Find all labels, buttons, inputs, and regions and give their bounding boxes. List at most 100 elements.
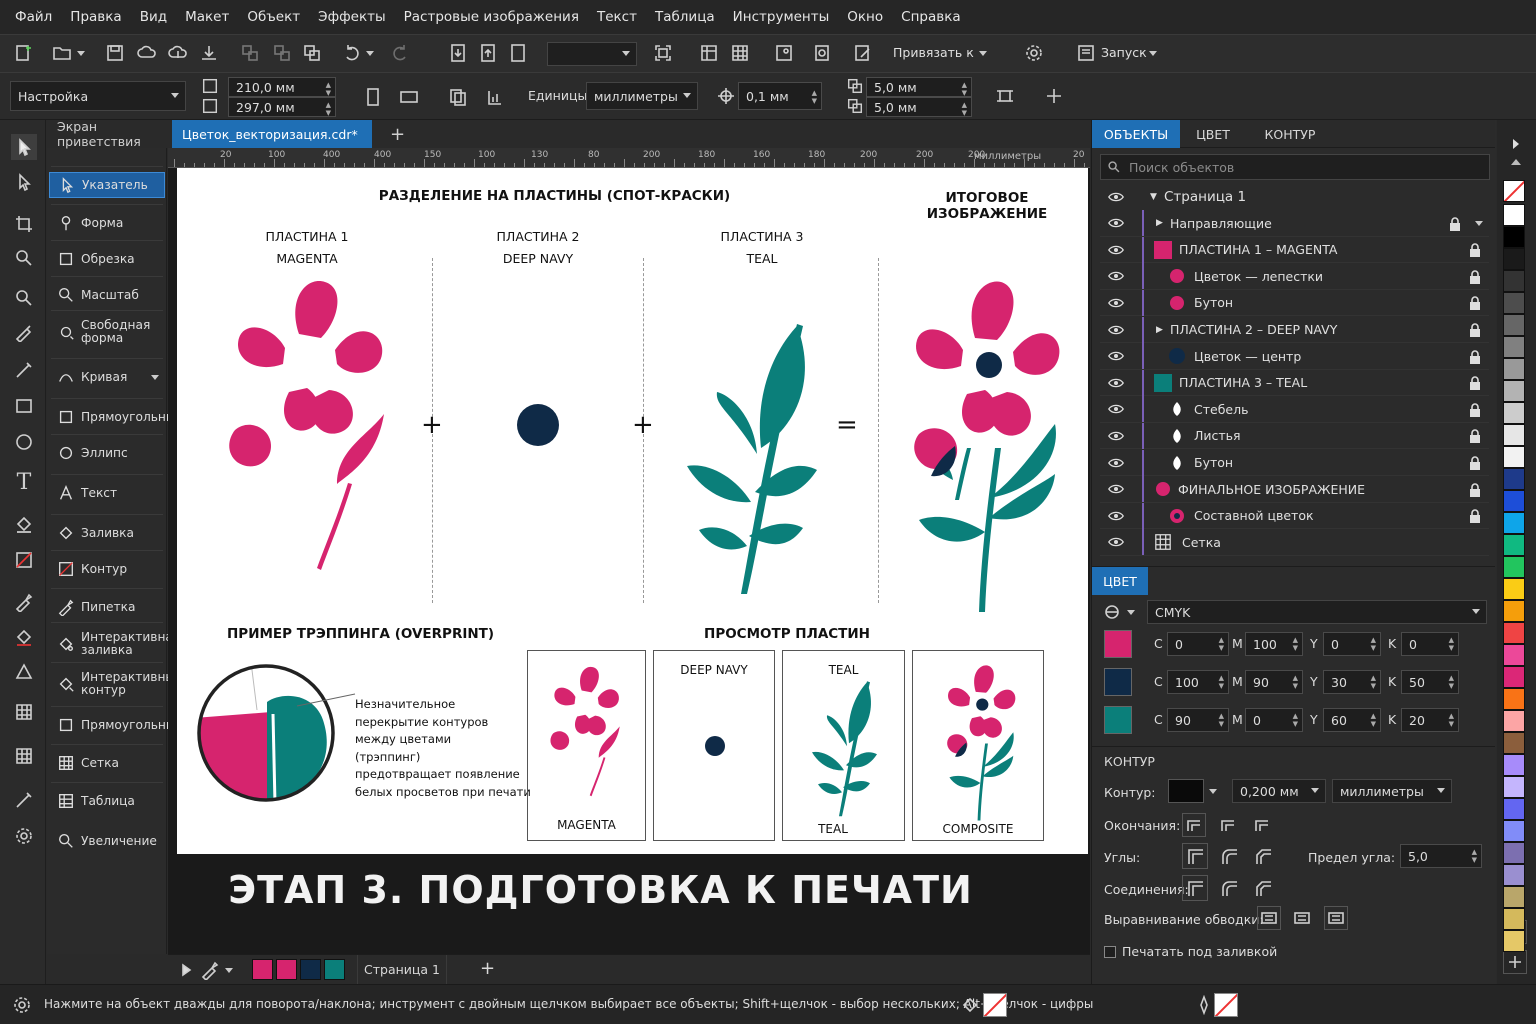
- preview-magenta[interactable]: MAGENTA: [527, 650, 646, 841]
- object-row-plate-n[interactable]: ▶ ПЛАСТИНА 2 – DEEP NAVY: [1100, 316, 1489, 343]
- treat-as-filled-icon[interactable]: [993, 84, 1017, 108]
- eye-icon[interactable]: [1108, 403, 1124, 415]
- snap-dropdown-icon[interactable]: [976, 41, 990, 65]
- flyout-item-14[interactable]: Прямоугольник: [49, 712, 181, 738]
- palette-swatch[interactable]: [1503, 292, 1525, 314]
- save-icon[interactable]: [103, 41, 127, 65]
- palette-swatch[interactable]: [1503, 468, 1525, 490]
- palette-swatch[interactable]: [1503, 336, 1525, 358]
- fill-status-swatch[interactable]: [983, 993, 1007, 1017]
- menu-item-2[interactable]: Вид: [131, 9, 176, 25]
- lock-icon[interactable]: [1469, 509, 1481, 524]
- round-cap-icon[interactable]: [1216, 813, 1240, 837]
- palette-swatch[interactable]: [1503, 754, 1525, 776]
- cmyk-y-input[interactable]: 60 ▲ ▼: [1323, 708, 1381, 732]
- palette-swatch[interactable]: [1503, 424, 1525, 446]
- landscape-icon[interactable]: [396, 83, 422, 111]
- palette-swatch[interactable]: [1503, 776, 1525, 798]
- page-tab[interactable]: Страница 1: [357, 955, 447, 984]
- export-file-icon[interactable]: [476, 41, 500, 65]
- tab-color[interactable]: ЦВЕТ: [1180, 120, 1246, 148]
- add-page-button[interactable]: +: [480, 958, 495, 979]
- palette-swatch[interactable]: [1503, 600, 1525, 622]
- palette-swatch[interactable]: [1503, 864, 1525, 886]
- menu-item-0[interactable]: Файл: [6, 9, 61, 25]
- menu-item-6[interactable]: Растровые изображения: [395, 9, 588, 25]
- doc-swatch-1[interactable]: [252, 959, 273, 980]
- text-tool-icon[interactable]: T: [12, 470, 36, 495]
- palette-swatch[interactable]: [1503, 248, 1525, 270]
- lock-icon[interactable]: [1469, 456, 1481, 470]
- menu-item-1[interactable]: Правка: [61, 9, 130, 25]
- flyout-item-15[interactable]: Сетка: [49, 750, 165, 776]
- cmyk-c-input[interactable]: 90 ▲ ▼: [1167, 708, 1229, 732]
- lock-icon[interactable]: [1469, 349, 1481, 364]
- pick-tool-icon[interactable]: [11, 134, 37, 160]
- undo-dropdown-icon[interactable]: [363, 41, 377, 65]
- launch-label[interactable]: Запуск: [1101, 45, 1147, 60]
- eye-icon[interactable]: [1108, 483, 1124, 495]
- bevel-join-icon[interactable]: [1250, 875, 1276, 901]
- outline-color-swatch[interactable]: [1168, 779, 1204, 803]
- lock-icon[interactable]: [1469, 296, 1481, 311]
- menu-item-10[interactable]: Окно: [838, 9, 892, 25]
- palette-swatch[interactable]: [1503, 204, 1525, 226]
- align-center-icon[interactable]: [1257, 906, 1281, 930]
- object-row-grid[interactable]: Сетка: [1100, 529, 1489, 556]
- portrait-icon[interactable]: [360, 83, 386, 111]
- eye-icon[interactable]: [1108, 510, 1124, 522]
- cmyk-swatch-2[interactable]: [1104, 706, 1132, 734]
- miter-limit-input[interactable]: 5,0 ▲ ▼: [1400, 844, 1482, 868]
- flyout-item-4[interactable]: Свободная форма: [49, 316, 165, 348]
- cloud-upload-icon[interactable]: [135, 41, 159, 65]
- object-row-final[interactable]: ФИНАЛЬНОЕ ИЗОБРАЖЕНИЕ: [1100, 476, 1489, 503]
- object-search[interactable]: Поиск объектов: [1100, 154, 1490, 180]
- miter-corner-icon[interactable]: [1182, 843, 1208, 869]
- duplicate-y-input[interactable]: 5,0 мм ▲ ▼: [866, 97, 972, 117]
- menu-item-11[interactable]: Справка: [892, 9, 969, 25]
- expand-icon[interactable]: ▶: [1156, 218, 1170, 228]
- eye-icon[interactable]: [1108, 457, 1124, 469]
- palette-swatch[interactable]: [1503, 666, 1525, 688]
- object-row-plate-m[interactable]: ПЛАСТИНА 1 – MAGENTA: [1100, 236, 1489, 264]
- cmyk-c-input[interactable]: 100 ▲ ▼: [1167, 670, 1229, 694]
- eye-icon[interactable]: [1108, 270, 1124, 282]
- lock-icon[interactable]: [1469, 482, 1481, 497]
- outline-status-swatch[interactable]: [1214, 993, 1238, 1017]
- flyout-item-6[interactable]: Прямоугольник: [49, 404, 181, 430]
- snap-icon[interactable]: [772, 41, 796, 65]
- outline-width-select[interactable]: 0,200 мм: [1232, 779, 1326, 803]
- palette-swatch[interactable]: [1503, 358, 1525, 380]
- tab-objects[interactable]: ОБЪЕКТЫ: [1092, 120, 1180, 148]
- eye-icon[interactable]: [1108, 324, 1124, 336]
- zoom-level-select[interactable]: [547, 42, 637, 66]
- flyout-item-5[interactable]: Кривая: [49, 364, 165, 390]
- rectangle-tool-icon[interactable]: [12, 394, 36, 418]
- palette-swatch[interactable]: [1503, 314, 1525, 336]
- palette-swatch[interactable]: [1503, 402, 1525, 424]
- lock-icon[interactable]: [1469, 270, 1481, 284]
- object-row-stem[interactable]: Стебель: [1100, 396, 1489, 423]
- overprint-checkbox[interactable]: [1104, 946, 1116, 958]
- menu-item-4[interactable]: Объект: [238, 9, 309, 25]
- all-pages-icon[interactable]: [445, 83, 471, 111]
- align-outside-icon[interactable]: [1324, 906, 1348, 930]
- color-model-icon[interactable]: [1100, 600, 1124, 624]
- palette-swatch[interactable]: [1503, 490, 1525, 512]
- object-row-guides[interactable]: ▶ Направляющие: [1100, 210, 1489, 237]
- edit-icon[interactable]: [851, 41, 875, 65]
- palette-swatch[interactable]: [1503, 446, 1525, 468]
- guides-dropdown-icon[interactable]: [1475, 220, 1483, 226]
- round-corner-icon[interactable]: [1216, 843, 1242, 869]
- menu-item-5[interactable]: Эффекты: [309, 9, 395, 25]
- flyout-item-17[interactable]: Увеличение: [49, 828, 165, 854]
- smart-fill-icon[interactable]: [12, 660, 36, 684]
- palette-swatch[interactable]: [1503, 270, 1525, 292]
- cmyk-y-input[interactable]: 0 ▲ ▼: [1323, 632, 1381, 656]
- eye-icon[interactable]: [1108, 217, 1124, 229]
- color-section-title[interactable]: ЦВЕТ: [1092, 567, 1148, 595]
- palette-swatch[interactable]: [1503, 512, 1525, 534]
- palette-swatch[interactable]: [1503, 930, 1525, 952]
- lock-icon[interactable]: [1469, 243, 1481, 258]
- play-icon[interactable]: [174, 958, 198, 982]
